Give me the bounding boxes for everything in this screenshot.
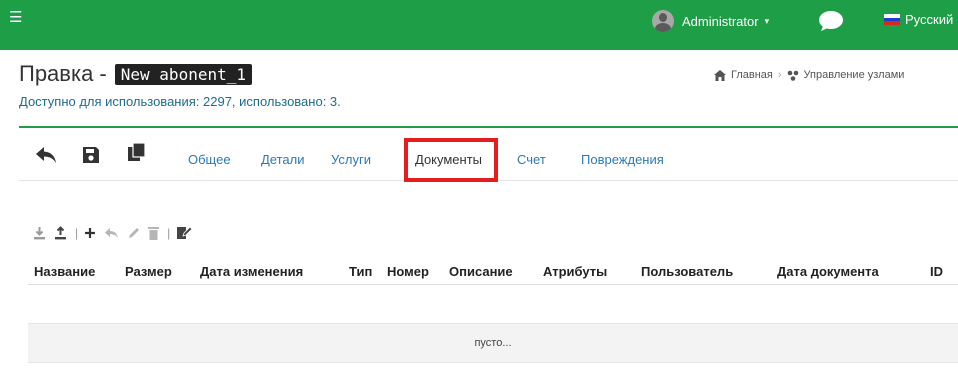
tab-account[interactable]: Счет [517,152,546,167]
tab-general[interactable]: Общее [188,152,231,167]
column-header[interactable]: ID [924,258,958,285]
grid-toolbar: | | [33,225,200,241]
hamburger-icon[interactable]: ☰ [9,10,22,25]
tab-details[interactable]: Детали [261,152,305,167]
user-name: Administrator [682,13,759,29]
copy-icon[interactable] [127,142,147,162]
page-title-text: Правка - [19,61,107,86]
column-header[interactable]: Пользователь [635,258,771,285]
documents-table: Название Размер Дата изменения Тип Номер… [28,258,958,285]
breadcrumb: Главная › Управление узлами [714,69,904,81]
empty-message: пусто... [28,324,958,363]
table-header-row: Название Размер Дата изменения Тип Номер… [28,258,958,285]
table-row [28,285,958,324]
column-header[interactable]: Название [28,258,119,285]
delete-icon[interactable] [148,226,160,240]
reply-icon[interactable] [104,227,119,239]
language-label: Русский [905,12,954,27]
download-icon[interactable] [33,226,46,240]
upload-icon[interactable] [54,226,67,240]
breadcrumb-separator-icon: › [777,69,782,81]
toolbar-separator: | [167,226,171,240]
flag-icon [884,14,900,26]
breadcrumb-home[interactable]: Главная [731,69,773,81]
chevron-down-icon: ▾ [764,15,770,26]
home-icon [714,69,726,81]
column-header[interactable]: Номер [381,258,443,285]
add-icon[interactable] [84,227,96,239]
object-name: New abonent_1 [114,63,252,85]
back-arrow-icon[interactable] [35,146,57,164]
column-header[interactable]: Дата документа [771,258,924,285]
edit-icon[interactable] [127,227,140,240]
column-header[interactable]: Тип [343,258,381,285]
save-icon[interactable] [82,146,100,164]
nodes-icon [787,70,798,81]
column-header[interactable]: Дата изменения [194,258,343,285]
tab-damages[interactable]: Повреждения [581,152,664,167]
tab-services[interactable]: Услуги [331,152,371,167]
page-title: Правка - New abonent_1 [19,61,252,87]
active-tab-highlight [404,138,498,182]
column-header[interactable]: Размер [119,258,194,285]
toolbar-separator: | [75,226,79,240]
column-header[interactable]: Атрибуты [537,258,635,285]
chat-bubble-icon[interactable] [818,10,844,32]
avatar [652,10,674,32]
user-menu[interactable]: Administrator ▾ [652,10,769,32]
sign-icon[interactable] [176,226,193,240]
usage-info: Доступно для использования: 2297, исполь… [19,94,341,109]
top-bar: ☰ Administrator ▾ Русский [0,0,958,50]
breadcrumb-section[interactable]: Управление узлами [804,69,905,81]
column-header[interactable]: Описание [443,258,537,285]
language-selector[interactable]: Русский [884,12,953,27]
